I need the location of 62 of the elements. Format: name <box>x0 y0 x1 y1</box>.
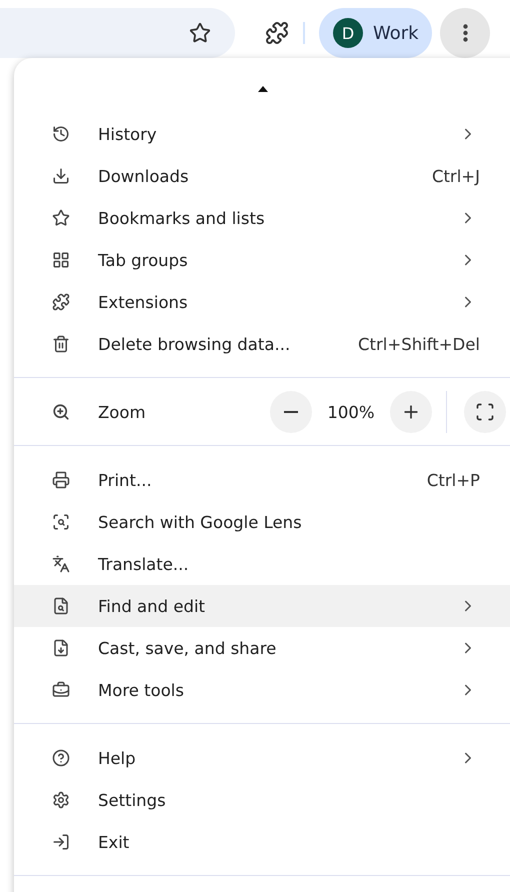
profile-button[interactable]: D Work <box>319 8 432 58</box>
more-vertical-icon <box>462 24 468 42</box>
menu-item[interactable]: Help <box>14 737 510 779</box>
file-search-icon <box>52 597 70 615</box>
menu-item-label: Delete browsing data... <box>98 334 292 354</box>
menu-item-label: Translate... <box>98 554 190 574</box>
download-icon <box>52 167 70 185</box>
menu-item-label: More tools <box>98 680 185 700</box>
menu-item[interactable]: Downloads Ctrl+J <box>14 155 510 197</box>
menu-item[interactable]: Translate... <box>14 543 510 585</box>
zoom-in-icon <box>52 403 70 421</box>
zoom-level: 100% <box>326 402 376 422</box>
menu-item[interactable]: Extensions <box>14 281 510 323</box>
menu-item-label: Exit <box>98 832 130 852</box>
printer-icon <box>52 471 70 489</box>
translate-icon <box>52 555 70 573</box>
menu-item[interactable]: Cast, save, and share <box>14 627 510 669</box>
menu-item[interactable]: Bookmarks and lists <box>14 197 510 239</box>
menu-item-label: Zoom <box>98 402 147 422</box>
menu-item[interactable]: Find and edit <box>14 585 510 627</box>
minus-icon <box>284 411 298 413</box>
menu-item-label: Cast, save, and share <box>98 638 278 658</box>
star-icon[interactable] <box>189 22 211 44</box>
menu-item-label: Bookmarks and lists <box>98 208 266 228</box>
menu-item-label: History <box>98 124 158 144</box>
toolbox-icon <box>52 681 70 699</box>
scroll-up-icon[interactable] <box>258 86 268 92</box>
menu-item-label: Find and edit <box>98 596 206 616</box>
menu-item-label: Downloads <box>98 166 190 186</box>
puzzle-icon[interactable] <box>265 21 289 45</box>
file-download-icon <box>52 639 70 657</box>
menu-item[interactable]: Search with Google Lens <box>14 501 510 543</box>
profile-name: Work <box>373 22 419 44</box>
menu-item-label: Search with Google Lens <box>98 512 303 532</box>
help-icon <box>52 749 70 767</box>
shortcut-text: Ctrl+J <box>432 166 480 186</box>
shortcut-text: Ctrl+P <box>426 470 480 490</box>
grid-icon <box>52 251 70 269</box>
star-icon <box>52 209 70 227</box>
menu-item[interactable]: Tab groups <box>14 239 510 281</box>
menu-item-label: Tab groups <box>98 250 189 270</box>
trash-icon <box>52 335 70 353</box>
menu-item-label: Print... <box>98 470 153 490</box>
history-icon <box>52 125 70 143</box>
menu-item-label: Help <box>98 748 137 768</box>
exit-icon <box>52 833 70 851</box>
menu-item[interactable]: Exit <box>14 821 510 863</box>
menu-item[interactable]: Print... Ctrl+P <box>14 459 510 501</box>
shortcut-text: Ctrl+Shift+Del <box>358 334 480 354</box>
menu-item-label: Settings <box>98 790 167 810</box>
menu-item[interactable]: Settings <box>14 779 510 821</box>
puzzle-icon <box>52 293 70 311</box>
avatar: D <box>333 18 363 48</box>
menu-item[interactable]: History <box>14 113 510 155</box>
menu-item[interactable]: More tools <box>14 669 510 711</box>
zoom-in-button[interactable] <box>390 391 432 433</box>
lens-icon <box>52 513 70 531</box>
fullscreen-button[interactable] <box>464 391 506 433</box>
menu-item[interactable]: Delete browsing data... Ctrl+Shift+Del <box>14 323 510 365</box>
settings-icon <box>52 791 70 809</box>
fullscreen-icon <box>475 402 495 422</box>
menu-item-label: Extensions <box>98 292 189 312</box>
